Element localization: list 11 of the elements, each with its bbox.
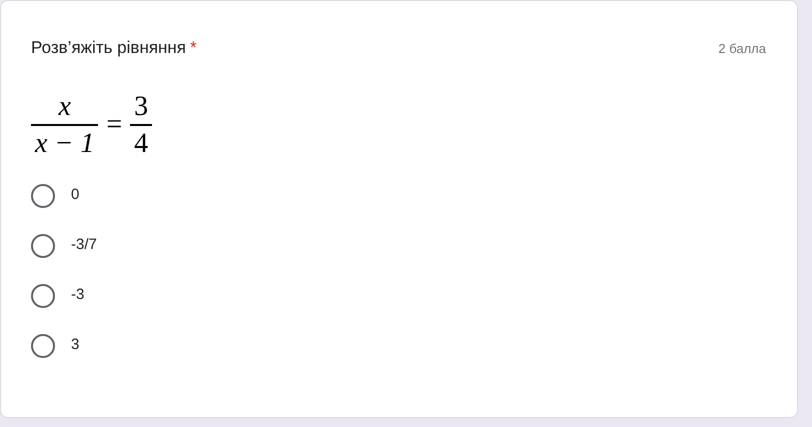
radio-button[interactable] <box>31 334 55 358</box>
question-title: Розв’яжіть рівняння <box>31 37 186 59</box>
points-label: 2 балла <box>718 40 766 58</box>
required-asterisk: * <box>190 37 197 59</box>
option-label: -3 <box>71 285 84 306</box>
option-label: 3 <box>71 335 80 356</box>
radio-button[interactable] <box>31 234 55 258</box>
option-label: 0 <box>71 185 80 206</box>
option-label: -3/7 <box>71 235 97 256</box>
radio-button[interactable] <box>31 284 55 308</box>
radio-button[interactable] <box>31 184 55 208</box>
